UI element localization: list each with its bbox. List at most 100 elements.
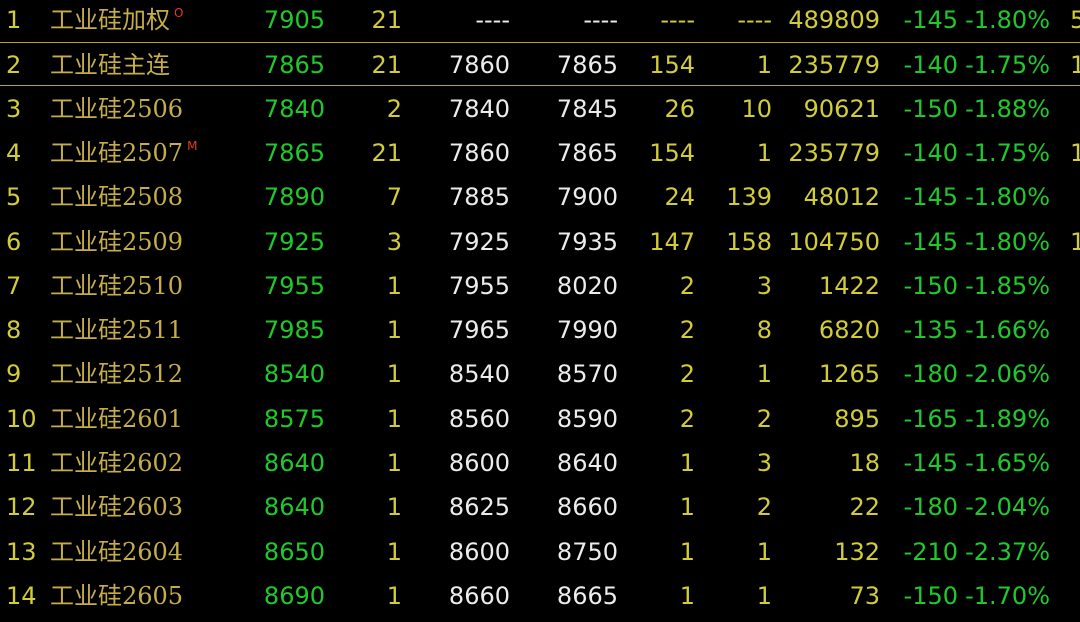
last-price: 8640 xyxy=(263,493,325,522)
contract-name: 工业硅2511 xyxy=(50,308,187,352)
contract-name-text: 工业硅主连 xyxy=(50,51,170,80)
table-row[interactable]: 3 工业硅2506 7840 2 7840 7845 26 10 90621 -150 -1.88% xyxy=(0,87,1080,131)
row-index: 5 xyxy=(6,183,22,212)
row-index: 3 xyxy=(6,94,22,123)
open-interest: 6820 xyxy=(818,316,880,345)
contract-name: 工业硅2512 xyxy=(50,352,187,396)
table-row[interactable]: 10 工业硅2601 8575 1 8560 8590 2 2 895 -165 -1.89% xyxy=(0,397,1080,441)
table-row[interactable]: 7 工业硅2510 7955 1 7955 8020 2 3 1422 -150 -1.85% xyxy=(0,264,1080,308)
bid-volume: 24 xyxy=(664,183,695,212)
change-percent: -1.66% xyxy=(965,316,1050,345)
bid-price: 7925 xyxy=(448,227,510,256)
row-index: 6 xyxy=(6,227,22,256)
ask-price: 8020 xyxy=(556,271,618,300)
ask-volume: 139 xyxy=(726,183,772,212)
ask-price: 7900 xyxy=(556,183,618,212)
contract-name: 工业硅2602 xyxy=(50,441,187,485)
row-index: 10 xyxy=(6,404,37,433)
trade-volume: 3 xyxy=(386,227,402,256)
contract-name: 工业硅2509 xyxy=(50,220,187,264)
open-interest: 235779 xyxy=(788,51,880,80)
open-interest: 895 xyxy=(834,404,880,433)
change-percent: -1.65% xyxy=(965,449,1050,477)
price-change: -180 xyxy=(903,493,958,522)
contract-name-text: 工业硅2509 xyxy=(50,227,184,256)
open-interest: 235779 xyxy=(788,138,880,167)
last-price: 7985 xyxy=(263,316,325,345)
table-row[interactable]: 8 工业硅2511 7985 1 7965 7990 2 8 6820 -135 -1.66% xyxy=(0,308,1080,352)
price-change: -140 xyxy=(903,138,958,167)
ask-volume: 1 xyxy=(756,138,772,167)
bid-volume: 154 xyxy=(649,51,695,80)
table-row[interactable]: 9 工业硅2512 8540 1 8540 8570 2 1 1265 -180 -2.06% xyxy=(0,352,1080,396)
ask-volume: 2 xyxy=(756,493,772,522)
price-change: -145 xyxy=(903,183,958,212)
price-change: -150 xyxy=(903,271,958,300)
price-change: -210 xyxy=(903,537,958,566)
change-percent: -1.75% xyxy=(965,51,1050,80)
ask-volume: 2 xyxy=(756,404,772,433)
row-index: 4 xyxy=(6,138,22,167)
table-row[interactable]: 4 工业硅2507 M 7865 21 7860 7865 154 1 235779 -140 -1.… xyxy=(0,131,1080,175)
bid-price: 7860 xyxy=(448,138,510,167)
truncated-column-value: 1 xyxy=(1070,138,1080,167)
last-price: 8640 xyxy=(263,449,325,477)
last-price: 7890 xyxy=(263,183,325,212)
table-row[interactable]: 14 工业硅2605 8690 1 8660 8665 1 1 73 -150 -1.70% xyxy=(0,574,1080,618)
contract-name: 工业硅2510 xyxy=(50,264,187,308)
open-interest: 22 xyxy=(849,493,880,522)
contract-name: 工业硅主连 xyxy=(50,43,174,87)
change-percent: -1.85% xyxy=(965,271,1050,300)
bid-volume: 1 xyxy=(679,449,695,477)
open-interest: 104750 xyxy=(788,227,880,256)
table-row[interactable]: 12 工业硅2603 8640 1 8625 8660 1 2 22 -180 -2.04% xyxy=(0,485,1080,529)
change-percent: -1.88% xyxy=(965,94,1050,123)
trade-volume: 2 xyxy=(386,94,402,123)
bid-price: 8600 xyxy=(448,449,510,477)
table-row[interactable]: 1 工业硅加权 O 7905 21 ---- ---- ---- ---- 489809 -145-… xyxy=(0,0,1080,42)
bid-price: 7840 xyxy=(448,94,510,123)
bid-volume: 2 xyxy=(679,271,695,300)
table-row[interactable]: 13 工业硅2604 8650 1 8600 8750 1 1 132 -210 -2.37% xyxy=(0,530,1080,574)
open-interest: 489809 xyxy=(788,6,880,34)
ask-price: 7865 xyxy=(556,138,618,167)
last-price: 7925 xyxy=(263,227,325,256)
table-row[interactable]: 5 工业硅2508 7890 7 7885 7900 24 139 48012 -145 -1.80… xyxy=(0,175,1080,219)
table-row[interactable]: 11 工业硅2602 8640 1 8600 8640 1 3 18 -145 -1.65% xyxy=(0,441,1080,485)
change-percent: -1.80% xyxy=(965,227,1050,256)
ask-volume: 3 xyxy=(756,449,772,477)
price-change: -145 xyxy=(903,449,958,477)
trade-volume: 21 xyxy=(371,6,402,34)
change-percent: -1.80% xyxy=(965,6,1050,34)
bid-price: 8560 xyxy=(448,404,510,433)
ask-volume: 3 xyxy=(756,271,772,300)
contract-name-text: 工业硅2507 xyxy=(50,138,184,167)
contract-name-text: 工业硅2602 xyxy=(50,449,184,477)
open-interest: 48012 xyxy=(803,183,880,212)
trade-volume: 1 xyxy=(386,581,402,610)
ask-price: 8660 xyxy=(556,493,618,522)
row-index: 14 xyxy=(6,581,37,610)
trade-volume: 21 xyxy=(371,51,402,80)
ask-price: 7865 xyxy=(556,51,618,80)
change-percent: -2.37% xyxy=(965,537,1050,566)
bid-volume: 2 xyxy=(679,360,695,389)
price-change: -145 xyxy=(903,227,958,256)
bid-volume: 154 xyxy=(649,138,695,167)
ask-price: 8590 xyxy=(556,404,618,433)
table-row[interactable]: 6 工业硅2509 7925 3 7925 7935 147 158 104750 -145 -1.… xyxy=(0,220,1080,264)
bid-volume: 2 xyxy=(679,404,695,433)
table-row[interactable]: 2 工业硅主连 7865 21 7860 7865 154 1 235779 -140 -1.75%… xyxy=(0,42,1080,87)
price-change: -165 xyxy=(903,404,958,433)
row-index: 2 xyxy=(6,51,22,80)
open-interest: 18 xyxy=(849,449,880,477)
row-index: 11 xyxy=(6,449,37,477)
contract-name-text: 工业硅2510 xyxy=(50,271,184,300)
contract-flag: O xyxy=(174,6,184,20)
ask-price: 8570 xyxy=(556,360,618,389)
change-percent: -1.75% xyxy=(965,138,1050,167)
bid-volume: 1 xyxy=(679,537,695,566)
contract-name: 工业硅2603 xyxy=(50,485,187,529)
last-price: 8650 xyxy=(263,537,325,566)
ask-price: 7935 xyxy=(556,227,618,256)
